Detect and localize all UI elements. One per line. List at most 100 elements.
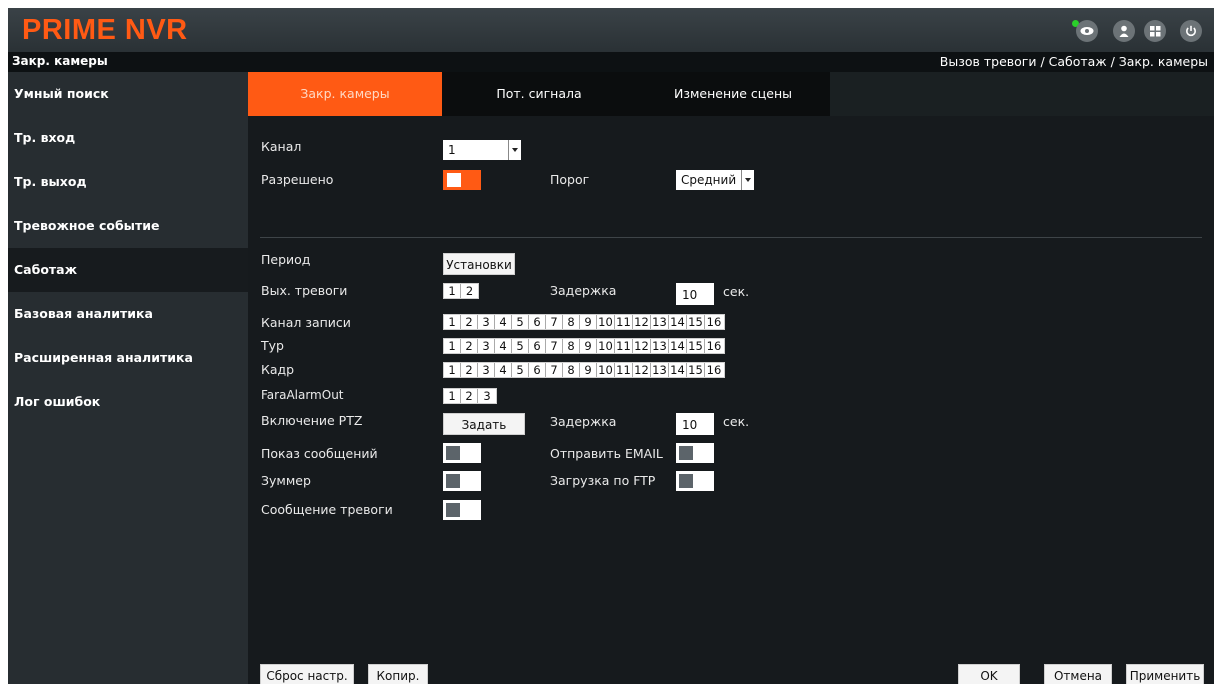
tour-cell[interactable]: 16 (705, 339, 723, 353)
tour-cell[interactable]: 7 (546, 339, 563, 353)
record-channel-cell[interactable]: 11 (615, 315, 633, 329)
channel-select[interactable]: 1 (443, 140, 521, 160)
frame-cell[interactable]: 10 (597, 363, 615, 377)
tour-cell[interactable]: 5 (512, 339, 529, 353)
power-icon[interactable] (1180, 20, 1202, 42)
frame-cell[interactable]: 3 (478, 363, 495, 377)
tour-cell[interactable]: 8 (563, 339, 580, 353)
reset-button[interactable]: Сброс настр. (260, 664, 354, 684)
record-channel-cell[interactable]: 10 (597, 315, 615, 329)
record-channel-cell[interactable]: 6 (529, 315, 546, 329)
tour-cell[interactable]: 4 (495, 339, 512, 353)
frame-cell[interactable]: 5 (512, 363, 529, 377)
record-channel-cell[interactable]: 12 (633, 315, 651, 329)
alarm-out-grid: 1 2 (443, 283, 479, 299)
frame-cell[interactable]: 4 (495, 363, 512, 377)
record-channel-cell[interactable]: 2 (461, 315, 478, 329)
fara-alarm-out-cell[interactable]: 3 (478, 389, 496, 403)
section-divider (260, 237, 1202, 238)
send-email-label: Отправить EMAIL (550, 446, 663, 461)
record-channel-cell[interactable]: 15 (687, 315, 705, 329)
ptz-delay-input[interactable]: 10 (676, 413, 714, 435)
copy-button[interactable]: Копир. (368, 664, 428, 684)
frame-cell[interactable]: 16 (705, 363, 723, 377)
frame-cell[interactable]: 13 (651, 363, 669, 377)
eye-icon[interactable] (1076, 20, 1098, 42)
record-channel-cell[interactable]: 9 (580, 315, 597, 329)
fara-alarm-out-cell[interactable]: 2 (461, 389, 478, 403)
frame-cell[interactable]: 7 (546, 363, 563, 377)
sidebar-item-basic-analytics[interactable]: Базовая аналитика (8, 292, 248, 336)
sidebar-item-alarm-event[interactable]: Тревожное событие (8, 204, 248, 248)
tour-cell[interactable]: 9 (580, 339, 597, 353)
alarm-message-toggle[interactable] (443, 500, 481, 520)
sidebar-item-error-log[interactable]: Лог ошибок (8, 380, 248, 424)
tour-cell[interactable]: 14 (669, 339, 687, 353)
tour-cell[interactable]: 2 (461, 339, 478, 353)
sidebar-item-smart-search[interactable]: Умный поиск (8, 72, 248, 116)
record-channel-cell[interactable]: 5 (512, 315, 529, 329)
tour-cell[interactable]: 3 (478, 339, 495, 353)
fara-alarm-out-cell[interactable]: 1 (444, 389, 461, 403)
record-channel-cell[interactable]: 16 (705, 315, 723, 329)
send-email-toggle[interactable] (676, 443, 714, 463)
tour-cell[interactable]: 13 (651, 339, 669, 353)
record-channel-cell[interactable]: 4 (495, 315, 512, 329)
ptz-set-button[interactable]: Задать (443, 413, 525, 435)
alarm-out-label: Вых. тревоги (261, 283, 348, 298)
threshold-label: Порог (550, 172, 590, 187)
delay-unit: сек. (723, 284, 750, 299)
chevron-down-icon (741, 170, 754, 190)
delay-input[interactable]: 10 (676, 283, 714, 305)
sidebar-item-alarm-input[interactable]: Тр. вход (8, 116, 248, 160)
tour-cell[interactable]: 11 (615, 339, 633, 353)
apply-button[interactable]: Применить (1126, 664, 1204, 684)
user-icon[interactable] (1113, 20, 1135, 42)
tour-cell[interactable]: 6 (529, 339, 546, 353)
sidebar-item-sabotage[interactable]: Саботаж (8, 248, 248, 292)
threshold-select[interactable]: Средний (676, 170, 754, 190)
tab-bar: Закр. камеры Пот. сигнала Изменение сцен… (248, 72, 1214, 116)
record-channel-cell[interactable]: 8 (563, 315, 580, 329)
frame-cell[interactable]: 8 (563, 363, 580, 377)
sidebar-item-alarm-output[interactable]: Тр. выход (8, 160, 248, 204)
frame-cell[interactable]: 12 (633, 363, 651, 377)
record-channel-cell[interactable]: 7 (546, 315, 563, 329)
tour-cell[interactable]: 12 (633, 339, 651, 353)
period-label: Период (261, 252, 311, 267)
frame-cell[interactable]: 15 (687, 363, 705, 377)
tab-scene-change[interactable]: Изменение сцены (636, 72, 830, 116)
alarm-message-label: Сообщение тревоги (261, 502, 393, 517)
frame-cell[interactable]: 11 (615, 363, 633, 377)
tab-camera-blind[interactable]: Закр. камеры (248, 72, 442, 116)
alarm-out-cell[interactable]: 2 (461, 284, 478, 298)
tour-cell[interactable]: 1 (444, 339, 461, 353)
record-channel-grid: 1 2 3 4 5 6 7 8 9 10 11 12 13 14 15 16 (443, 314, 725, 330)
frame-cell[interactable]: 9 (580, 363, 597, 377)
sidebar-item-advanced-analytics[interactable]: Расширенная аналитика (8, 336, 248, 380)
tour-cell[interactable]: 10 (597, 339, 615, 353)
tour-cell[interactable]: 15 (687, 339, 705, 353)
toggle-knob (679, 474, 693, 488)
frame-cell[interactable]: 2 (461, 363, 478, 377)
tab-video-loss[interactable]: Пот. сигнала (442, 72, 636, 116)
channel-label: Канал (261, 139, 302, 154)
ftp-upload-toggle[interactable] (676, 471, 714, 491)
alarm-out-cell[interactable]: 1 (444, 284, 461, 298)
record-channel-cell[interactable]: 3 (478, 315, 495, 329)
record-channel-cell[interactable]: 13 (651, 315, 669, 329)
enabled-toggle[interactable] (443, 170, 481, 190)
show-message-toggle[interactable] (443, 443, 481, 463)
frame-cell[interactable]: 1 (444, 363, 461, 377)
frame-cell[interactable]: 6 (529, 363, 546, 377)
record-channel-cell[interactable]: 1 (444, 315, 461, 329)
period-settings-button[interactable]: Установки (443, 253, 515, 275)
toggle-fill (463, 173, 477, 187)
record-channel-cell[interactable]: 14 (669, 315, 687, 329)
grid-icon[interactable] (1144, 20, 1166, 42)
buzzer-toggle[interactable] (443, 471, 481, 491)
frame-cell[interactable]: 14 (669, 363, 687, 377)
cancel-button[interactable]: Отмена (1044, 664, 1112, 684)
ok-button[interactable]: OK (958, 664, 1020, 684)
fara-alarm-out-grid: 1 2 3 (443, 388, 497, 404)
